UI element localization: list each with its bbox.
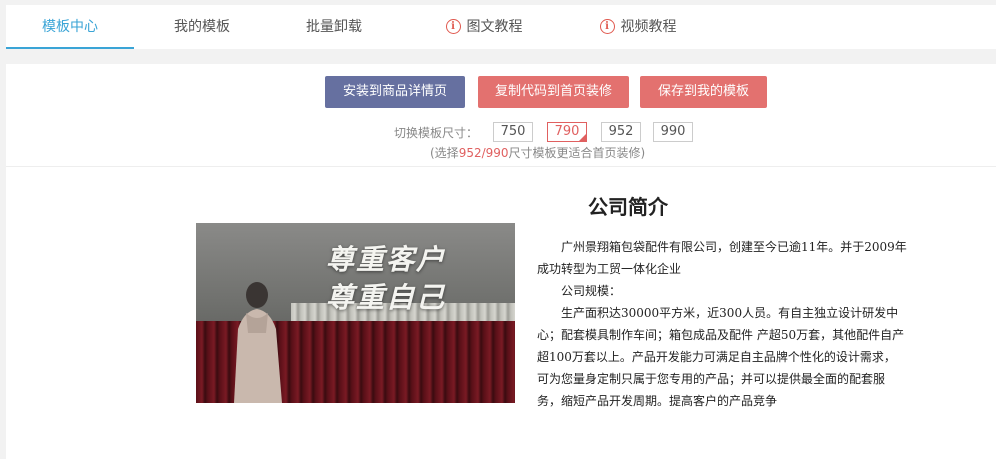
info-icon: i bbox=[599, 18, 615, 34]
install-to-detail-page-button[interactable]: 安装到商品详情页 bbox=[325, 76, 465, 108]
template-panel: 安装到商品详情页 复制代码到首页装修 保存到我的模板 切换模板尺寸： 750 7… bbox=[6, 64, 996, 459]
size-tip-highlight: 952/990 bbox=[458, 146, 509, 160]
tab-label: 模板中心 bbox=[42, 19, 98, 35]
size-option-750[interactable]: 750 bbox=[493, 122, 533, 142]
top-tab-bar: 模板中心 我的模板 批量卸载 i 图文教程 i 视频教程 bbox=[6, 5, 996, 49]
intro-paragraph: 生产面积达30000平方米，近300人员。有自主独立设计研发中心；配套模具制作车… bbox=[537, 306, 905, 408]
tab-video-tutorial[interactable]: i 视频教程 bbox=[578, 5, 698, 49]
size-switch-label: 切换模板尺寸： bbox=[394, 126, 479, 140]
size-option-990[interactable]: 990 bbox=[653, 122, 693, 142]
size-tip-suffix: 尺寸模板更适合首页装修) bbox=[508, 146, 646, 160]
tab-label: 我的模板 bbox=[174, 19, 230, 35]
size-option-952[interactable]: 952 bbox=[601, 122, 641, 142]
size-tip-prefix: (选择 bbox=[430, 146, 459, 160]
save-to-my-templates-button[interactable]: 保存到我的模板 bbox=[640, 76, 767, 108]
tab-label: 视频教程 bbox=[620, 19, 677, 35]
image-slogan-line: 尊重客户 bbox=[326, 243, 447, 276]
tab-label: 批量卸载 bbox=[306, 19, 362, 35]
tab-batch-uninstall[interactable]: 批量卸载 bbox=[270, 5, 398, 49]
company-image: 尊重客户 尊重自己 bbox=[196, 223, 515, 403]
section-title: 公司简介 bbox=[588, 195, 668, 219]
tab-my-templates[interactable]: 我的模板 bbox=[138, 5, 266, 49]
divider bbox=[6, 166, 996, 167]
copy-code-button[interactable]: 复制代码到首页装修 bbox=[478, 76, 629, 108]
tab-template-center[interactable]: 模板中心 bbox=[6, 5, 134, 49]
tab-image-tutorial[interactable]: i 图文教程 bbox=[424, 5, 544, 49]
intro-paragraph: 公司规模： bbox=[561, 284, 622, 298]
intro-paragraph: 广州景翔箱包袋配件有限公司，创建至今已逾11年。并于2009年成功转型为工贸一体… bbox=[537, 240, 907, 276]
company-intro-text: 广州景翔箱包袋配件有限公司，创建至今已逾11年。并于2009年成功转型为工贸一体… bbox=[537, 236, 907, 412]
worker-figure bbox=[234, 282, 282, 403]
info-icon: i bbox=[445, 18, 461, 34]
image-slogan: 尊重客户 尊重自己 bbox=[326, 241, 446, 317]
image-slogan-line: 尊重自己 bbox=[326, 281, 447, 314]
tab-label: 图文教程 bbox=[466, 19, 523, 35]
size-tip: (选择952/990尺寸模板更适合首页装修) bbox=[430, 144, 645, 161]
size-option-790[interactable]: 790 bbox=[547, 122, 587, 142]
